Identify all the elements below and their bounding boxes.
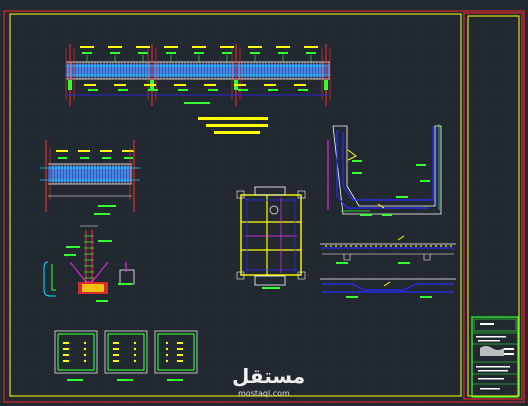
cad-drawing-canvas[interactable] <box>0 0 528 406</box>
watermark-logo: مستقل <box>232 364 306 388</box>
watermark-site: mostaql.com <box>238 389 290 398</box>
